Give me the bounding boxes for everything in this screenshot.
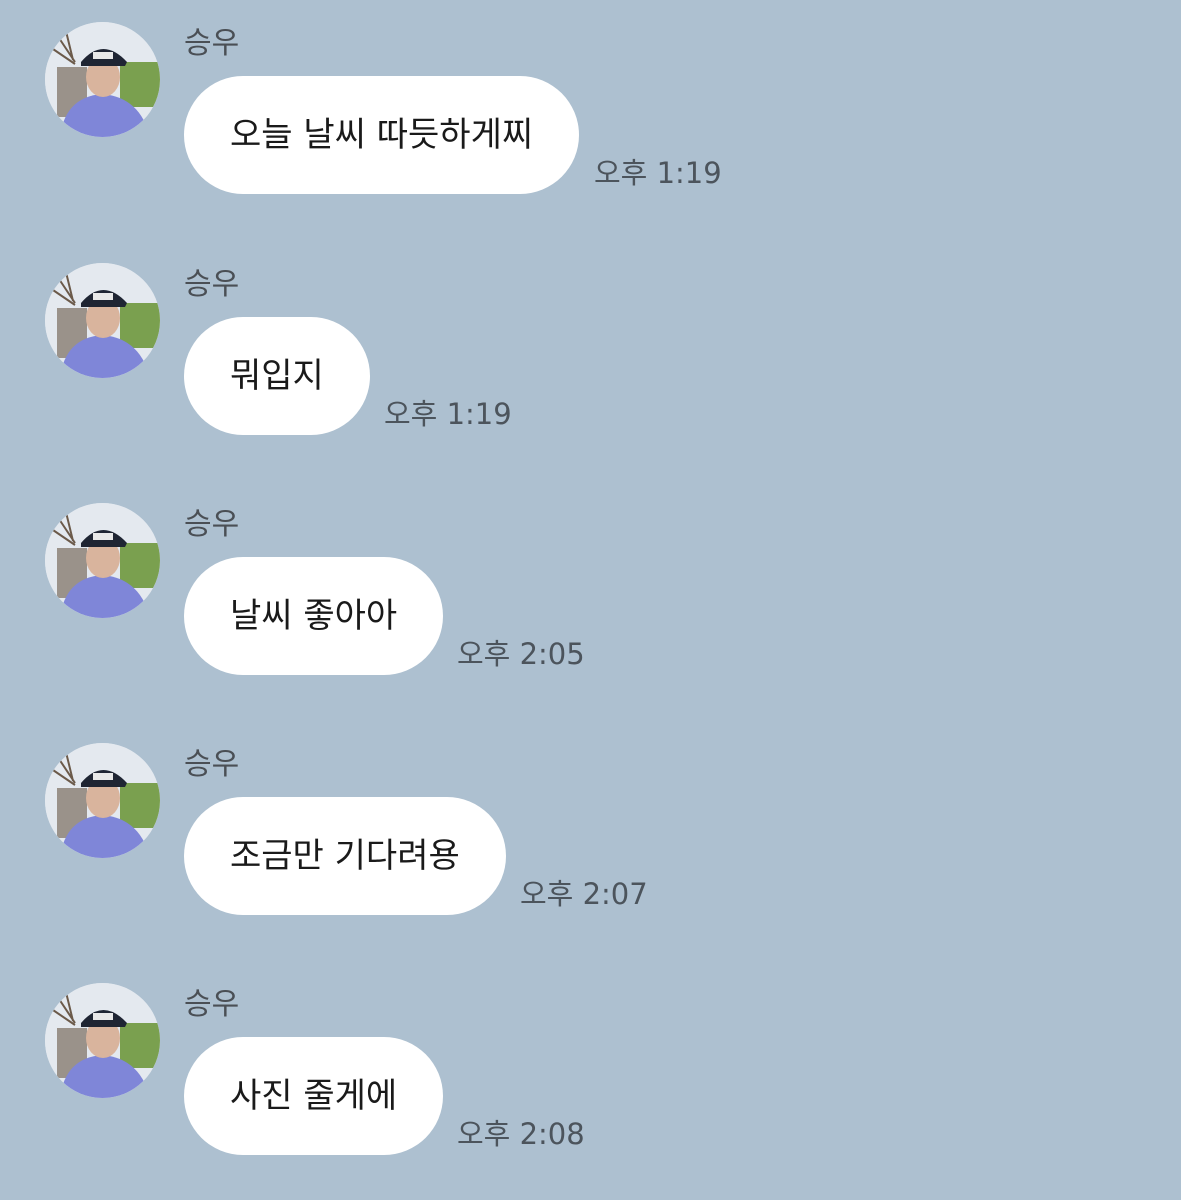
message-text: 뭐입지 — [230, 356, 324, 396]
avatar-photo-icon — [45, 983, 160, 1098]
avatar-photo-icon — [45, 263, 160, 378]
profile-avatar[interactable] — [45, 503, 160, 618]
message-bubble[interactable]: 조금만 기다려용 — [184, 797, 506, 915]
message-timestamp: 오후 2:05 — [457, 637, 585, 671]
message-timestamp: 오후 2:08 — [457, 1117, 585, 1151]
profile-avatar[interactable] — [45, 983, 160, 1098]
sender-name: 승우 — [184, 747, 240, 782]
message-row: 승우 오늘 날씨 따듯하게찌 오후 1:19 — [0, 0, 1181, 200]
message-bubble[interactable]: 날씨 좋아아 — [184, 557, 444, 675]
sender-name: 승우 — [184, 507, 240, 542]
avatar-photo-icon — [45, 22, 160, 137]
message-row: 승우 조금만 기다려용 오후 2:07 — [0, 721, 1181, 921]
profile-avatar[interactable] — [45, 22, 160, 137]
profile-avatar[interactable] — [45, 263, 160, 378]
chat-message-list: 승우 오늘 날씨 따듯하게찌 오후 1:19 승우 뭐입지 오후 1:19 승우… — [0, 0, 1181, 1200]
message-bubble[interactable]: 오늘 날씨 따듯하게찌 — [184, 76, 580, 194]
message-timestamp: 오후 1:19 — [384, 397, 512, 431]
message-bubble[interactable]: 사진 줄게에 — [184, 1037, 444, 1155]
message-text: 오늘 날씨 따듯하게찌 — [230, 115, 534, 155]
message-timestamp: 오후 2:07 — [520, 877, 648, 911]
sender-name: 승우 — [184, 26, 240, 61]
message-timestamp: 오후 1:19 — [594, 156, 722, 190]
sender-name: 승우 — [184, 267, 240, 302]
message-text: 사진 줄게에 — [230, 1076, 398, 1116]
sender-name: 승우 — [184, 987, 240, 1022]
avatar-photo-icon — [45, 503, 160, 618]
message-bubble[interactable]: 뭐입지 — [184, 317, 370, 435]
avatar-photo-icon — [45, 743, 160, 858]
message-text: 조금만 기다려용 — [230, 836, 460, 876]
message-text: 날씨 좋아아 — [230, 596, 398, 636]
message-row: 승우 뭐입지 오후 1:19 — [0, 241, 1181, 441]
profile-avatar[interactable] — [45, 743, 160, 858]
message-row: 승우 사진 줄게에 오후 2:08 — [0, 961, 1181, 1161]
message-row: 승우 날씨 좋아아 오후 2:05 — [0, 481, 1181, 681]
